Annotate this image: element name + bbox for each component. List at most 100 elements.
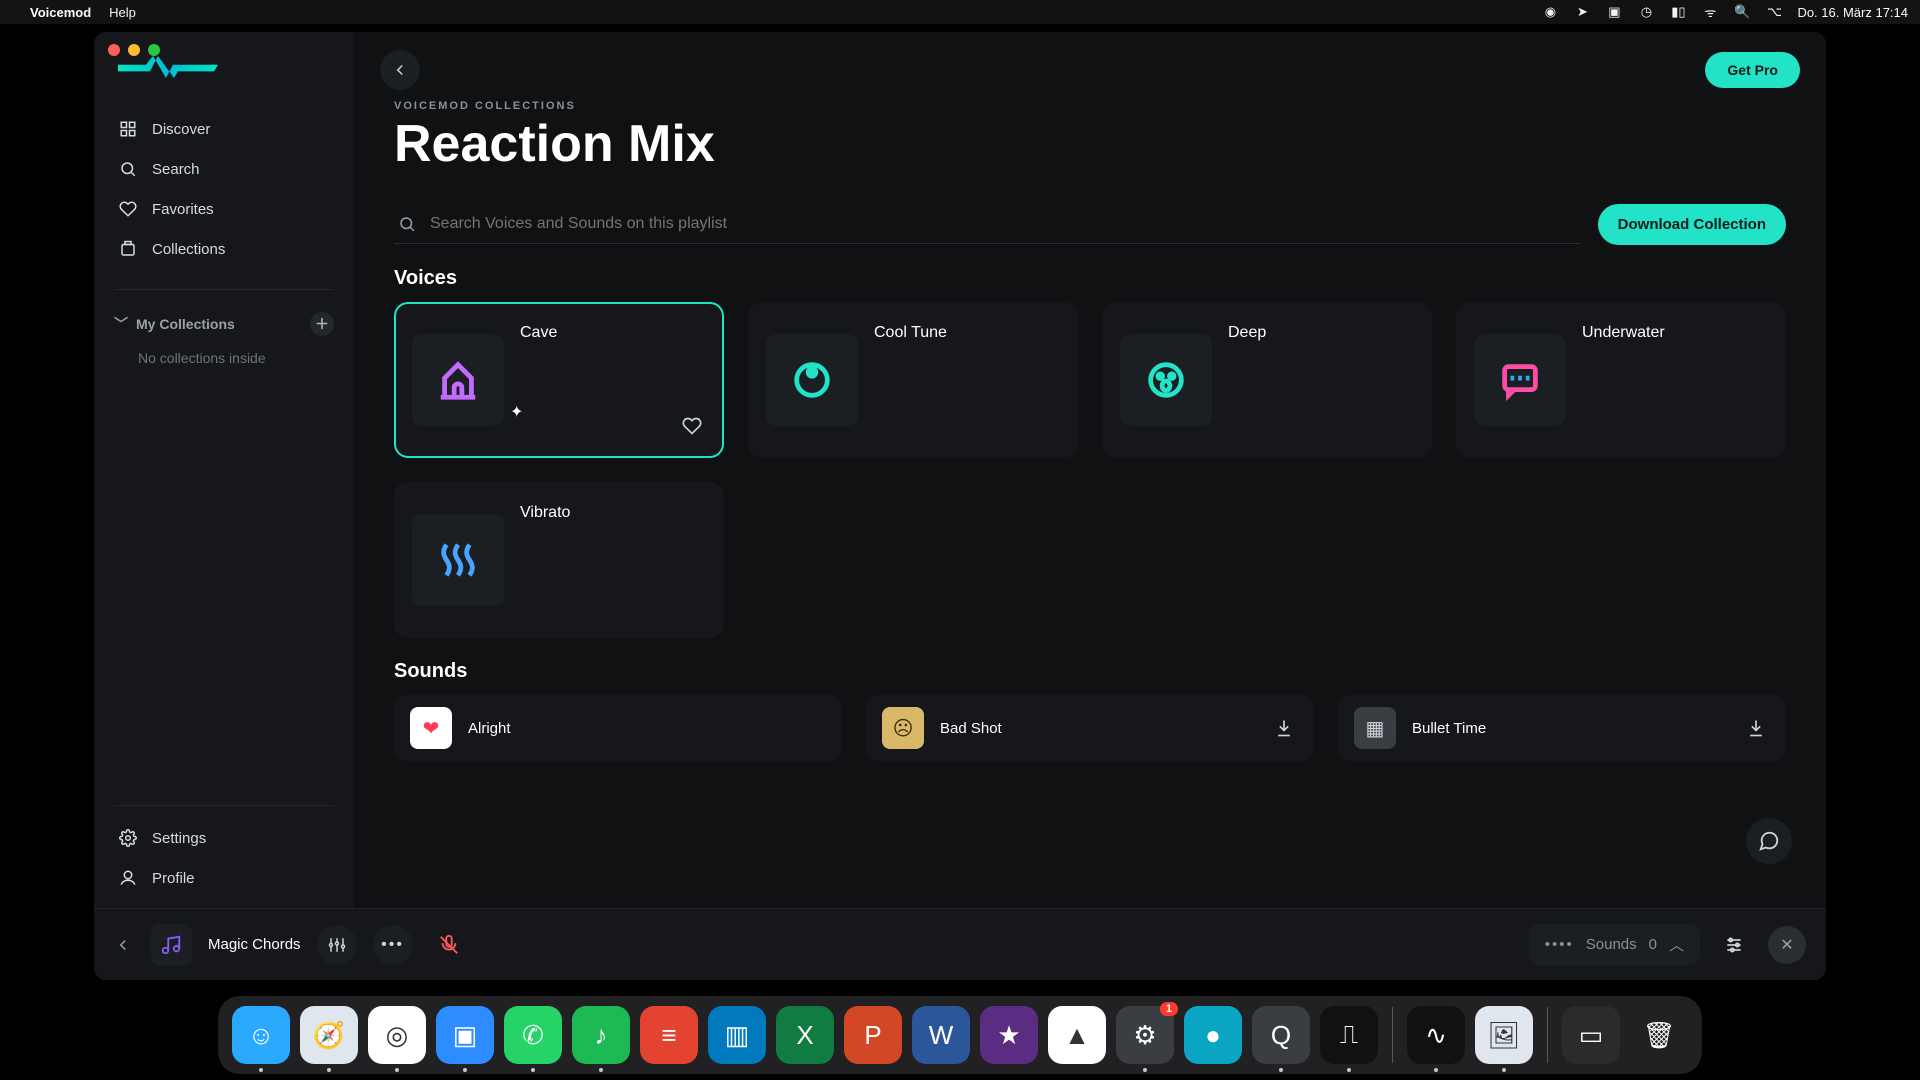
menu-wifi-icon[interactable]: ᯤ — [1701, 3, 1719, 21]
dock-running-indicator — [1434, 1068, 1438, 1072]
sidebar-item-settings[interactable]: Settings — [104, 818, 344, 858]
dock-app-whatsapp[interactable]: ✆ — [504, 1006, 562, 1064]
menubar-app-name[interactable]: Voicemod — [30, 5, 91, 20]
sound-thumb-icon: ☹ — [882, 707, 924, 749]
menubar-datetime[interactable]: Do. 16. März 17:14 — [1797, 5, 1908, 20]
dock-app-drive[interactable]: ▲ — [1048, 1006, 1106, 1064]
download-collection-button[interactable]: Download Collection — [1598, 204, 1786, 245]
my-collections-empty-text: No collections inside — [94, 344, 354, 366]
dock-app-word[interactable]: W — [912, 1006, 970, 1064]
gear-icon — [118, 828, 138, 848]
sound-row[interactable]: ☹Bad Shot — [866, 695, 1314, 761]
get-pro-button[interactable]: Get Pro — [1705, 52, 1800, 88]
sidebar-item-collections[interactable]: Collections — [104, 229, 344, 269]
dock-app-voicemod[interactable]: ∿ — [1407, 1006, 1465, 1064]
voice-card[interactable]: Cool Tune — [748, 302, 1078, 458]
sound-name: Bullet Time — [1412, 720, 1486, 737]
back-button[interactable] — [380, 50, 420, 90]
add-collection-button[interactable]: ＋ — [310, 312, 334, 336]
macos-dock: ☺🧭◎▣✆♪≡▥XPW★▲⚙1●Q⎍ ∿🖼 ▭🗑 — [218, 996, 1702, 1074]
dock-badge: 1 — [1160, 1002, 1178, 1016]
voice-card[interactable]: Underwater — [1456, 302, 1786, 458]
logo — [94, 50, 354, 103]
menu-clock-icon[interactable]: ◷ — [1637, 3, 1655, 21]
chevron-up-icon: ︿ — [1669, 934, 1684, 955]
sidebar-my-collections-header[interactable]: ﹀ My Collections ＋ — [94, 304, 354, 344]
sidebar-item-label: Profile — [152, 870, 195, 887]
dock-app-quicktime[interactable]: Q — [1252, 1006, 1310, 1064]
dock-app-siri[interactable]: ● — [1184, 1006, 1242, 1064]
footer-close-button[interactable]: ✕ — [1768, 926, 1806, 964]
menu-location-icon[interactable]: ➤ — [1573, 3, 1591, 21]
sound-thumb-icon: ▦ — [1354, 707, 1396, 749]
sidebar-item-label: Search — [152, 161, 200, 178]
chevron-down-icon: ﹀ — [114, 314, 126, 334]
wave-icon — [412, 514, 504, 606]
menu-control-center-icon[interactable]: ⌥ — [1765, 3, 1783, 21]
footer-settings-button[interactable] — [1714, 925, 1754, 965]
dock-app-imovie[interactable]: ★ — [980, 1006, 1038, 1064]
dock-app-spotify[interactable]: ♪ — [572, 1006, 630, 1064]
sidebar-divider — [114, 289, 334, 290]
cave-icon — [412, 334, 504, 426]
voice-name: Vibrato — [520, 504, 570, 522]
window-maximize-button[interactable] — [148, 44, 160, 56]
dock-app-excel[interactable]: X — [776, 1006, 834, 1064]
sounds-counter-pill[interactable]: •••• Sounds 0 ︿ — [1529, 924, 1700, 965]
menu-spotlight-icon[interactable]: 🔍 — [1733, 3, 1751, 21]
download-sound-button[interactable] — [1742, 714, 1770, 742]
sidebar-item-profile[interactable]: Profile — [104, 858, 344, 898]
voice-name: Cool Tune — [874, 324, 947, 342]
voice-card[interactable]: Deep — [1102, 302, 1432, 458]
sound-row[interactable]: ▦ Bullet Time — [1338, 695, 1786, 761]
sound-thumb-icon: ❤ — [410, 707, 452, 749]
dock-app-trello[interactable]: ▥ — [708, 1006, 766, 1064]
footer-mic-mute-button[interactable] — [429, 925, 469, 965]
search-field[interactable] — [394, 205, 1580, 244]
dock-app-desktopitem[interactable]: ▭ — [1562, 1006, 1620, 1064]
voices-section-title: Voices — [354, 265, 1826, 302]
sidebar-item-search[interactable]: Search — [104, 149, 344, 189]
sidebar-item-label: Favorites — [152, 201, 214, 218]
search-input[interactable] — [430, 215, 1576, 233]
discover-icon — [118, 119, 138, 139]
dock-app-todoist[interactable]: ≡ — [640, 1006, 698, 1064]
window-minimize-button[interactable] — [128, 44, 140, 56]
support-chat-button[interactable] — [1746, 818, 1792, 864]
menu-record-icon[interactable]: ◉ — [1541, 3, 1559, 21]
face-icon — [1120, 334, 1212, 426]
dock-app-voicememos[interactable]: ⎍ — [1320, 1006, 1378, 1064]
my-collections-label: My Collections — [136, 316, 235, 332]
footer-more-button[interactable]: ••• — [373, 925, 413, 965]
dock-app-safari[interactable]: 🧭 — [300, 1006, 358, 1064]
window-close-button[interactable] — [108, 44, 120, 56]
menu-app-icon[interactable]: ▣ — [1605, 3, 1623, 21]
sidebar-item-discover[interactable]: Discover — [104, 109, 344, 149]
dock-separator — [1547, 1007, 1548, 1063]
footer-prev-button[interactable] — [114, 936, 134, 954]
dock-app-powerpoint[interactable]: P — [844, 1006, 902, 1064]
dock-app-zoom[interactable]: ▣ — [436, 1006, 494, 1064]
sidebar-item-favorites[interactable]: Favorites — [104, 189, 344, 229]
voicemod-window: Discover Search Favorites — [94, 32, 1826, 980]
sounds-counter-label: Sounds — [1586, 936, 1637, 953]
dock-app-trash[interactable]: 🗑 — [1630, 1006, 1688, 1064]
footer-equalizer-button[interactable] — [317, 925, 357, 965]
voice-name: Deep — [1228, 324, 1266, 342]
voice-card[interactable]: Vibrato — [394, 482, 724, 638]
dock-app-finder[interactable]: ☺ — [232, 1006, 290, 1064]
menu-battery-icon[interactable]: ▮▯ — [1669, 3, 1687, 21]
dock-app-settings[interactable]: ⚙1 — [1116, 1006, 1174, 1064]
sound-row[interactable]: ❤Alright — [394, 695, 842, 761]
menubar-help[interactable]: Help — [109, 5, 136, 20]
favorite-toggle-button[interactable] — [680, 414, 704, 438]
breadcrumb-sublabel: VOICEMOD COLLECTIONS — [394, 100, 1786, 112]
dock-app-chrome[interactable]: ◎ — [368, 1006, 426, 1064]
macos-menubar: Voicemod Help ◉ ➤ ▣ ◷ ▮▯ ᯤ 🔍 ⌥ Do. 16. M… — [0, 0, 1920, 24]
download-sound-button[interactable] — [1270, 714, 1298, 742]
dock-separator — [1392, 1007, 1393, 1063]
dock-app-preview[interactable]: 🖼 — [1475, 1006, 1533, 1064]
voice-name: Cave — [520, 324, 557, 342]
heart-icon — [118, 199, 138, 219]
voice-card[interactable]: Cave✦ — [394, 302, 724, 458]
